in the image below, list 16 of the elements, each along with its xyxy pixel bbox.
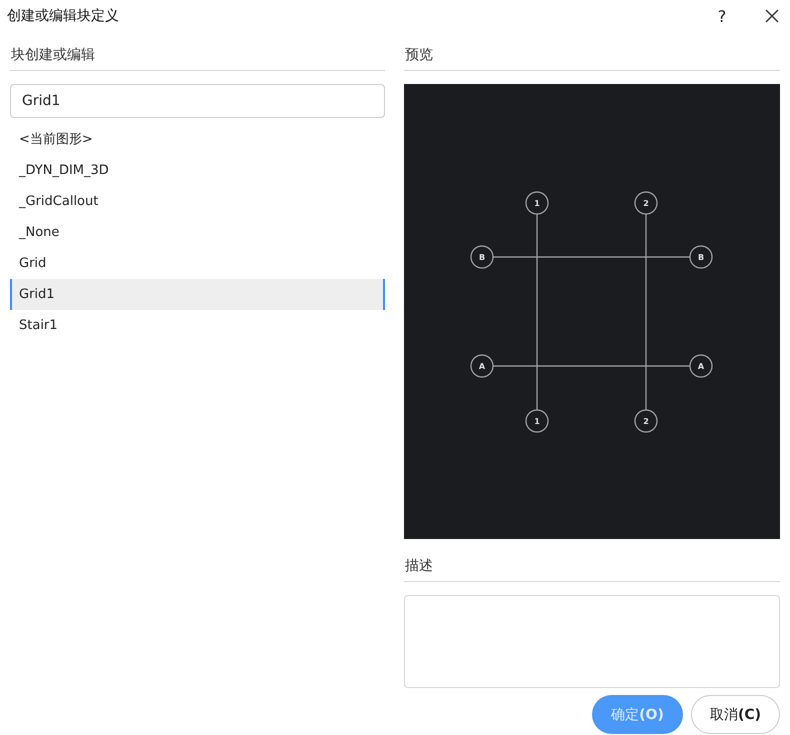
block-list-item[interactable]: Grid1 xyxy=(10,279,385,310)
block-list-item[interactable]: _None xyxy=(10,217,385,248)
block-name-field[interactable]: Grid1 xyxy=(10,84,385,118)
block-list-item[interactable]: Stair1 xyxy=(10,310,385,341)
help-button[interactable]: ? xyxy=(712,6,732,26)
cancel-button[interactable]: 取消(C) xyxy=(691,695,780,734)
block-list-item[interactable]: Grid xyxy=(10,248,385,279)
block-list-item[interactable]: _GridCallout xyxy=(10,186,385,217)
grid-drawing: 1 1 2 2 B B A A xyxy=(470,191,713,433)
description-field[interactable] xyxy=(404,595,780,688)
section-heading: 预览 xyxy=(404,32,780,71)
block-list-item[interactable]: <当前图形> xyxy=(10,124,385,155)
block-list-item[interactable]: _DYN_DIM_3D xyxy=(10,155,385,186)
window-title: 创建或编辑块定义 xyxy=(7,7,120,25)
section-heading: 描述 xyxy=(404,543,780,582)
section-heading: 块创建或编辑 xyxy=(10,32,385,71)
